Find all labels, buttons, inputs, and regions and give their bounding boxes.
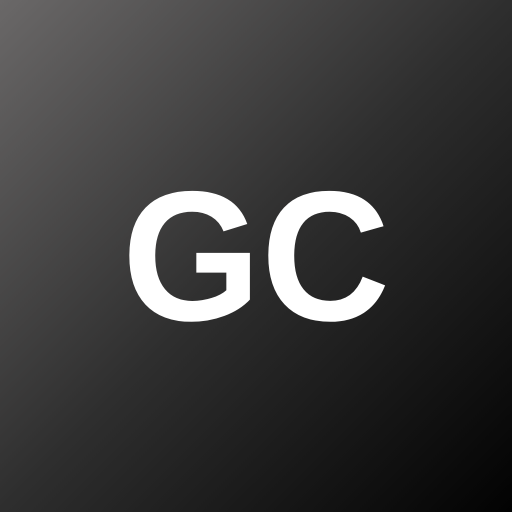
app-icon[interactable]: GC <box>0 0 512 512</box>
logo-text: GC <box>122 154 390 360</box>
gc-logo: GC <box>122 154 390 360</box>
